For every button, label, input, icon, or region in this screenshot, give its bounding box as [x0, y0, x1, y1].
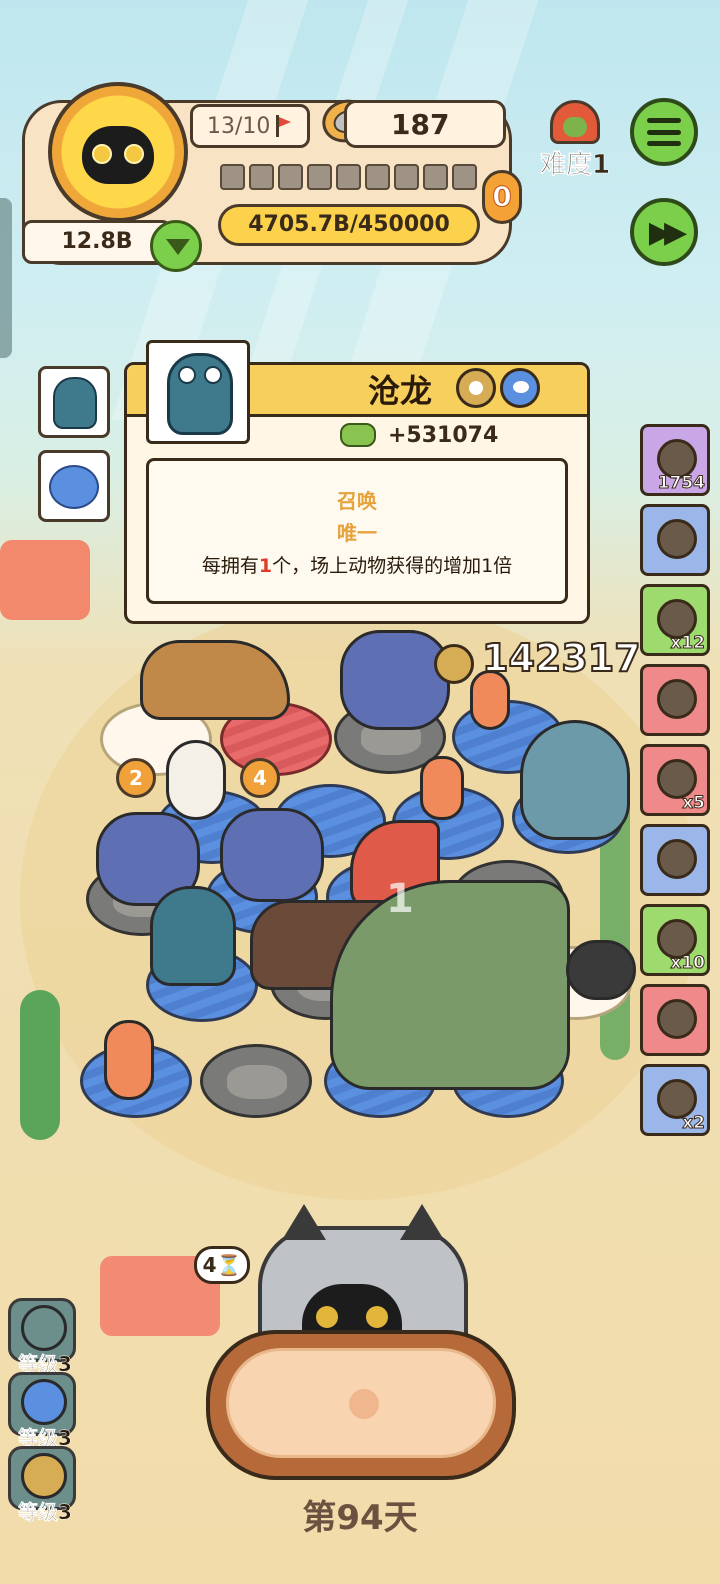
cat-count-text: 13/10 [207, 113, 271, 139]
score-popup: 142317 [481, 635, 642, 681]
stone-egg-skill-button[interactable]: 1754 [640, 424, 710, 496]
element-level-chip[interactable]: 等级3 [8, 1372, 76, 1450]
water-tile-icon [49, 465, 99, 509]
paw-icon [349, 1389, 379, 1419]
skill-count: x2 [682, 1113, 706, 1134]
coin-count-text: 187 [391, 107, 450, 141]
timer-chip: 4⏳ [194, 1246, 250, 1284]
camera-skill-icon [657, 519, 697, 559]
progress-slot [336, 164, 361, 190]
paw-badge-icon [456, 368, 496, 408]
mosasaur-icon [53, 377, 97, 429]
progress-slot [394, 164, 419, 190]
mosasaur-icon [167, 353, 233, 435]
skill-count: x10 [670, 953, 706, 974]
paw-icon [434, 644, 474, 684]
deck-card-water[interactable] [38, 450, 110, 522]
camera-skill-button[interactable] [640, 504, 710, 576]
progress-counter: 4705.7B/450000 [218, 204, 480, 246]
faded-number: 1 [386, 876, 414, 922]
plus-two-skill-icon [657, 679, 697, 719]
pending-badge[interactable]: 0 [482, 170, 522, 224]
fast-forward-button[interactable]: ▶▶ [630, 198, 698, 266]
player-avatar[interactable] [48, 82, 188, 222]
side-drawer-handle[interactable] [0, 198, 12, 358]
plesiosaur-creature[interactable] [520, 720, 630, 840]
summon-button[interactable] [206, 1330, 516, 1480]
jar-skill-button[interactable] [640, 824, 710, 896]
bag-skill-button[interactable]: x5 [640, 744, 710, 816]
flag-icon [274, 115, 292, 137]
collapse-hud-button[interactable] [150, 220, 202, 272]
progress-slot [307, 164, 332, 190]
bonus-row: +531074 [340, 418, 498, 452]
nest-skill-button[interactable]: x10 [640, 904, 710, 976]
progress-slot [220, 164, 245, 190]
seaweed-decoration [20, 990, 60, 1140]
level-label: 等级3 [18, 1500, 72, 1525]
difficulty-indicator[interactable]: 难度1 [530, 100, 620, 181]
level-badge: 4 [240, 758, 280, 798]
progress-slot [365, 164, 390, 190]
progress-slot [278, 164, 303, 190]
tag-summon: 召唤 [337, 489, 377, 513]
progress-slot [423, 164, 448, 190]
creature-name: 沧龙 [367, 372, 432, 410]
skill-count: x12 [670, 633, 706, 654]
menu-button[interactable] [630, 98, 698, 166]
fire-stone-skill-button[interactable] [640, 984, 710, 1056]
board-tile-stone[interactable] [200, 1044, 312, 1118]
coral-decoration [0, 540, 90, 620]
skill-count: x5 [682, 793, 706, 814]
coin-counter: 187 [344, 100, 506, 148]
element-level-chip[interactable]: 等级3 [8, 1446, 76, 1524]
tag-unique: 唯一 [337, 521, 377, 545]
skill-count: 1754 [657, 473, 705, 494]
nest-bonus-icon [340, 423, 376, 447]
difficulty-label: 难度1 [539, 150, 611, 181]
progress-slot [452, 164, 477, 190]
fast-forward-icon: ▶▶ [648, 214, 687, 250]
element-icon [21, 1379, 67, 1425]
blue-dragon-creature[interactable] [220, 808, 324, 902]
donut-skill-button[interactable]: x2 [640, 1064, 710, 1136]
timer-value: 4 [202, 1253, 217, 1277]
mermaid-creature[interactable] [104, 1020, 154, 1100]
plus-two-skill-button[interactable] [640, 664, 710, 736]
element-icon [21, 1305, 67, 1351]
mermaid-creature[interactable] [420, 756, 464, 820]
level-badge: 2 [116, 758, 156, 798]
desc-part: 每拥有 [201, 555, 259, 577]
description-text: 每拥有1个，场上动物获得的增加1倍 [149, 551, 565, 578]
desc-number: 1 [258, 555, 273, 577]
tent-skill-button[interactable]: x12 [640, 584, 710, 656]
description-box: 召唤 唯一 每拥有1个，场上动物获得的增加1倍 [146, 458, 568, 604]
blue-dragon-creature[interactable] [340, 630, 450, 730]
pelican-creature[interactable] [166, 740, 226, 820]
cat-count-pill: 13/10 [190, 104, 310, 148]
turtle-shell-icon [550, 100, 600, 144]
progress-slots [220, 164, 477, 190]
day-counter: 第94天 [302, 1498, 418, 1538]
bonus-value: +531074 [388, 422, 499, 448]
progress-slot [249, 164, 274, 190]
manta-creature[interactable] [566, 940, 636, 1000]
summon-button-face [226, 1348, 496, 1458]
menu-icon [647, 118, 681, 146]
element-icon [21, 1453, 67, 1499]
water-badge-icon [500, 368, 540, 408]
mosasaur-creature[interactable] [150, 886, 236, 986]
jar-skill-icon [657, 839, 697, 879]
cat-avatar-icon [82, 126, 154, 184]
deck-card-mosasaur[interactable] [38, 366, 110, 438]
fire-stone-skill-icon [657, 999, 697, 1039]
desc-part: 个，场上动物获得的增加1倍 [272, 555, 513, 577]
element-level-chip[interactable]: 等级3 [8, 1298, 76, 1376]
creature-portrait [146, 340, 250, 444]
